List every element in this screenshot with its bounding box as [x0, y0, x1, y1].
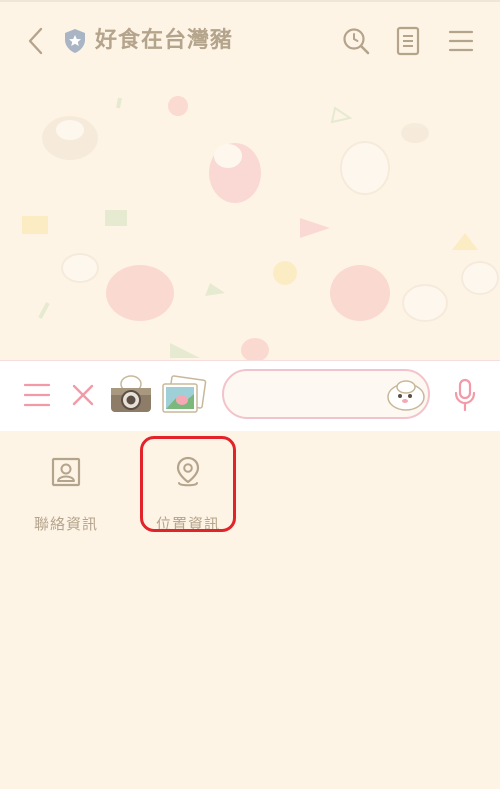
attachment-panel: 聯絡資訊 位置資訊	[0, 431, 500, 789]
close-icon[interactable]	[72, 384, 94, 406]
hamburger-icon[interactable]	[448, 28, 474, 54]
wallpaper-pattern	[22, 96, 499, 360]
hamburger-icon[interactable]	[24, 383, 50, 407]
contact-info-option[interactable]: 聯絡資訊	[16, 449, 116, 545]
input-toolbar	[0, 360, 500, 431]
note-icon[interactable]	[396, 26, 420, 56]
contact-card-icon	[51, 457, 81, 487]
sticker-icon[interactable]	[386, 379, 426, 411]
shield-star-icon	[65, 29, 85, 53]
chat-wallpaper	[0, 78, 500, 360]
chat-title: 好食在台灣豬	[95, 28, 234, 53]
chat-header: 好食在台灣豬	[0, 2, 500, 78]
clock-search-icon[interactable]	[341, 26, 371, 56]
chevron-left-icon[interactable]	[24, 26, 48, 56]
highlight-box	[140, 436, 236, 532]
contact-info-label: 聯絡資訊	[33, 515, 98, 533]
camera-icon[interactable]	[109, 374, 153, 414]
photo-album-icon[interactable]	[160, 374, 208, 416]
microphone-icon[interactable]	[453, 378, 477, 412]
